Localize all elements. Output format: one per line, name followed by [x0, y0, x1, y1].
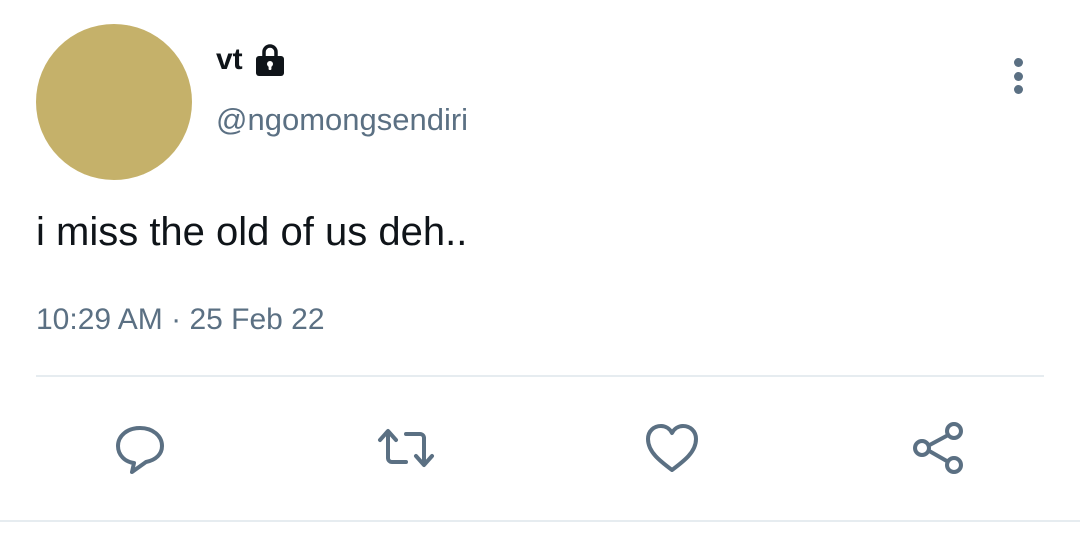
share-nodes-icon — [908, 418, 968, 478]
meta-separator: · — [171, 303, 182, 336]
retweet-button[interactable] — [376, 418, 436, 478]
speech-bubble-icon — [110, 418, 170, 478]
divider — [36, 375, 1044, 377]
reply-button[interactable] — [110, 418, 170, 478]
more-dot — [1013, 71, 1023, 81]
author-handle[interactable]: @ngomongsendiri — [216, 100, 468, 140]
share-button[interactable] — [908, 418, 968, 478]
tweet-timestamp: 10:29 AM · 25 Feb 22 — [36, 300, 325, 340]
lock-icon — [253, 42, 287, 78]
author-name-row: vt — [216, 40, 287, 80]
more-dot — [1013, 58, 1023, 67]
retweet-arrows-icon — [374, 418, 438, 478]
more-options-button[interactable] — [996, 52, 1040, 100]
tweet-time[interactable]: 10:29 AM — [36, 303, 163, 336]
more-dot — [1013, 85, 1023, 94]
tweet-date[interactable]: 25 Feb 22 — [189, 303, 324, 336]
author-display-name[interactable]: vt — [216, 40, 243, 80]
like-button[interactable] — [642, 418, 702, 478]
avatar[interactable] — [36, 24, 192, 180]
bottom-divider — [0, 520, 1080, 522]
tweet-text: i miss the old of us deh.. — [36, 210, 468, 254]
heart-icon — [642, 418, 702, 478]
tweet-card: vt @ngomongsendiri i miss the old of us … — [0, 0, 1080, 540]
